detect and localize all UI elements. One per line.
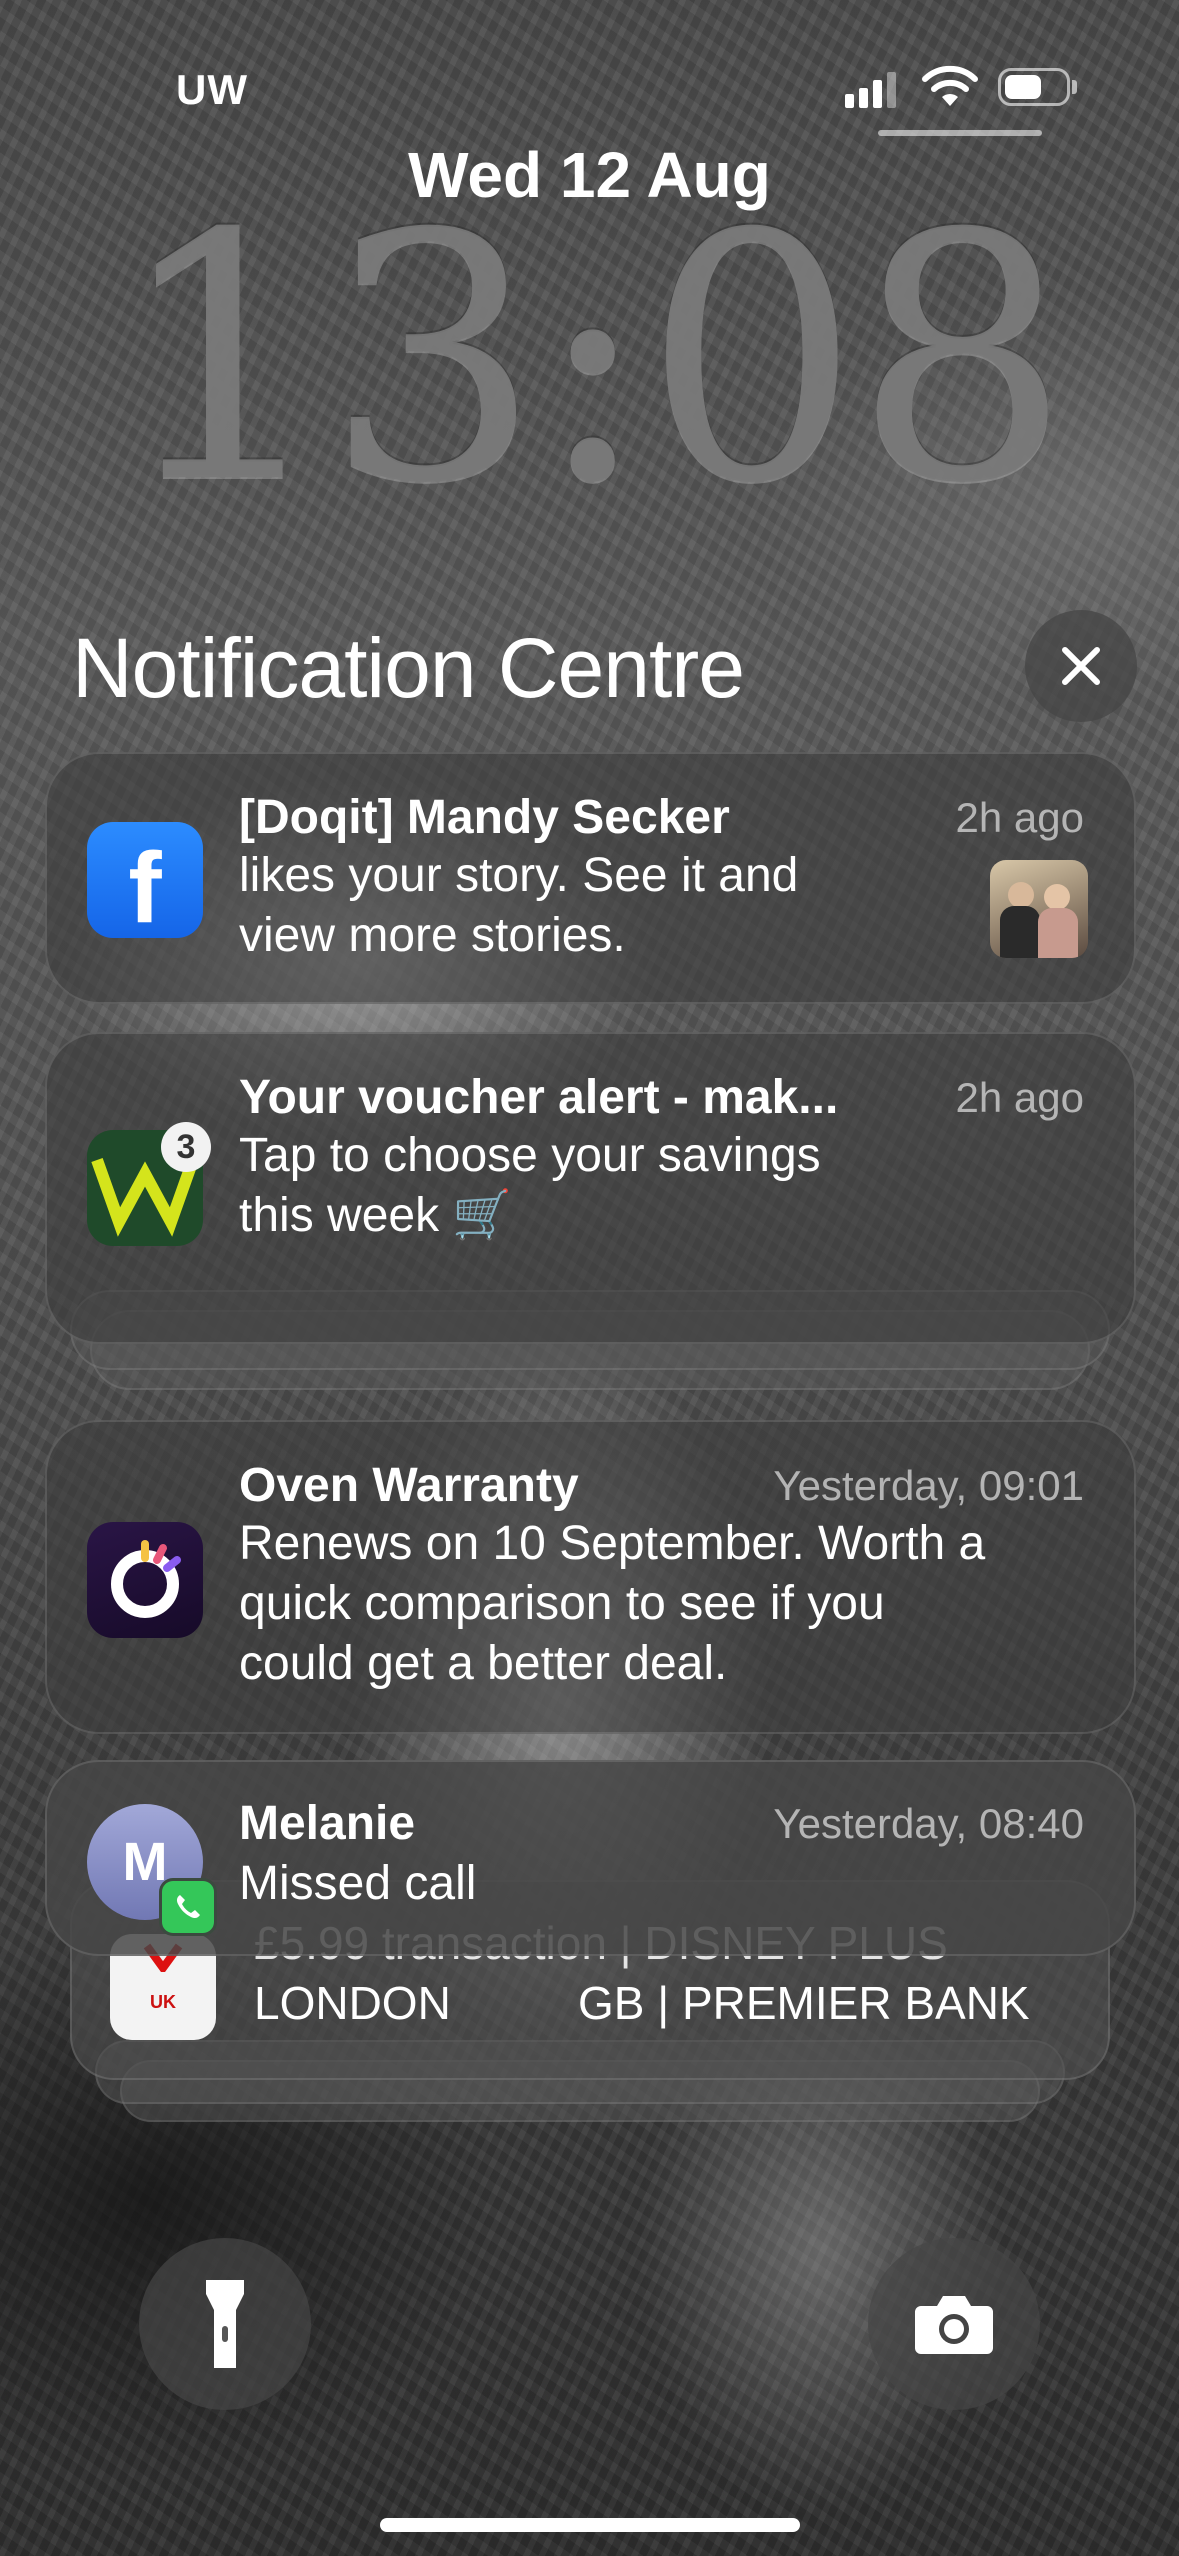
svg-text:f: f — [128, 832, 162, 938]
close-icon — [1062, 647, 1100, 685]
notification-title: Your voucher alert - mak... — [239, 1071, 839, 1124]
signal-icon — [845, 70, 899, 108]
battery-icon — [998, 68, 1070, 106]
carrier-label: UW — [176, 66, 248, 113]
bank-icon-label: UK — [150, 1992, 176, 2012]
phone-icon — [159, 1878, 217, 1936]
camera-button[interactable] — [868, 2238, 1040, 2410]
bank-notification-line2-left: LONDON — [254, 1977, 451, 2029]
notification-oven-warranty[interactable]: Oven Warranty Yesterday, 09:01 Renews on… — [45, 1420, 1136, 1734]
battery-cap — [1072, 80, 1077, 94]
notification-facebook[interactable]: f [Doqit] Mandy Secker 2h ago likes your… — [45, 752, 1136, 1004]
story-thumbnail — [990, 860, 1088, 958]
camera-icon — [915, 2296, 993, 2354]
notification-title: [Doqit] Mandy Secker — [239, 791, 730, 844]
notification-missed-call[interactable]: M Melanie Yesterday, 08:40 Missed call — [45, 1760, 1136, 1956]
bank-notification-line2-right: GB | PREMIER BANK — [578, 1977, 1030, 2029]
notification-time: 2h ago — [955, 1074, 1084, 1121]
notification-centre-title: Notification Centre — [72, 621, 745, 715]
flashlight-button[interactable] — [139, 2238, 311, 2410]
notification-title: Oven Warranty — [239, 1459, 579, 1512]
notification-body: Missed call — [239, 1857, 477, 1910]
notification-time: 2h ago — [955, 794, 1084, 841]
notification-waitrose[interactable]: 3 Your voucher alert - mak... 2h ago Tap… — [45, 1032, 1136, 1344]
flashlight-icon — [206, 2280, 244, 2368]
home-indicator[interactable] — [380, 2518, 800, 2532]
control-centre-indicator[interactable] — [878, 130, 1042, 136]
notification-body: Renews on 10 September. Worth a quick com… — [239, 1517, 986, 1690]
notification-count-badge: 3 — [161, 1122, 211, 1172]
wifi-icon — [922, 65, 978, 106]
facebook-icon: f — [87, 822, 203, 938]
lock-clock: 13:08 — [114, 162, 1071, 558]
notification-time: Yesterday, 08:40 — [773, 1800, 1084, 1847]
clear-notifications-button[interactable] — [1025, 610, 1137, 722]
insurance-app-icon — [87, 1522, 203, 1638]
notification-body: likes your story. See it and view more st… — [239, 849, 799, 962]
notification-time: Yesterday, 09:01 — [773, 1462, 1084, 1509]
notification-body: Tap to choose your savings this week 🛒 — [239, 1129, 821, 1242]
notification-title: Melanie — [239, 1797, 416, 1850]
